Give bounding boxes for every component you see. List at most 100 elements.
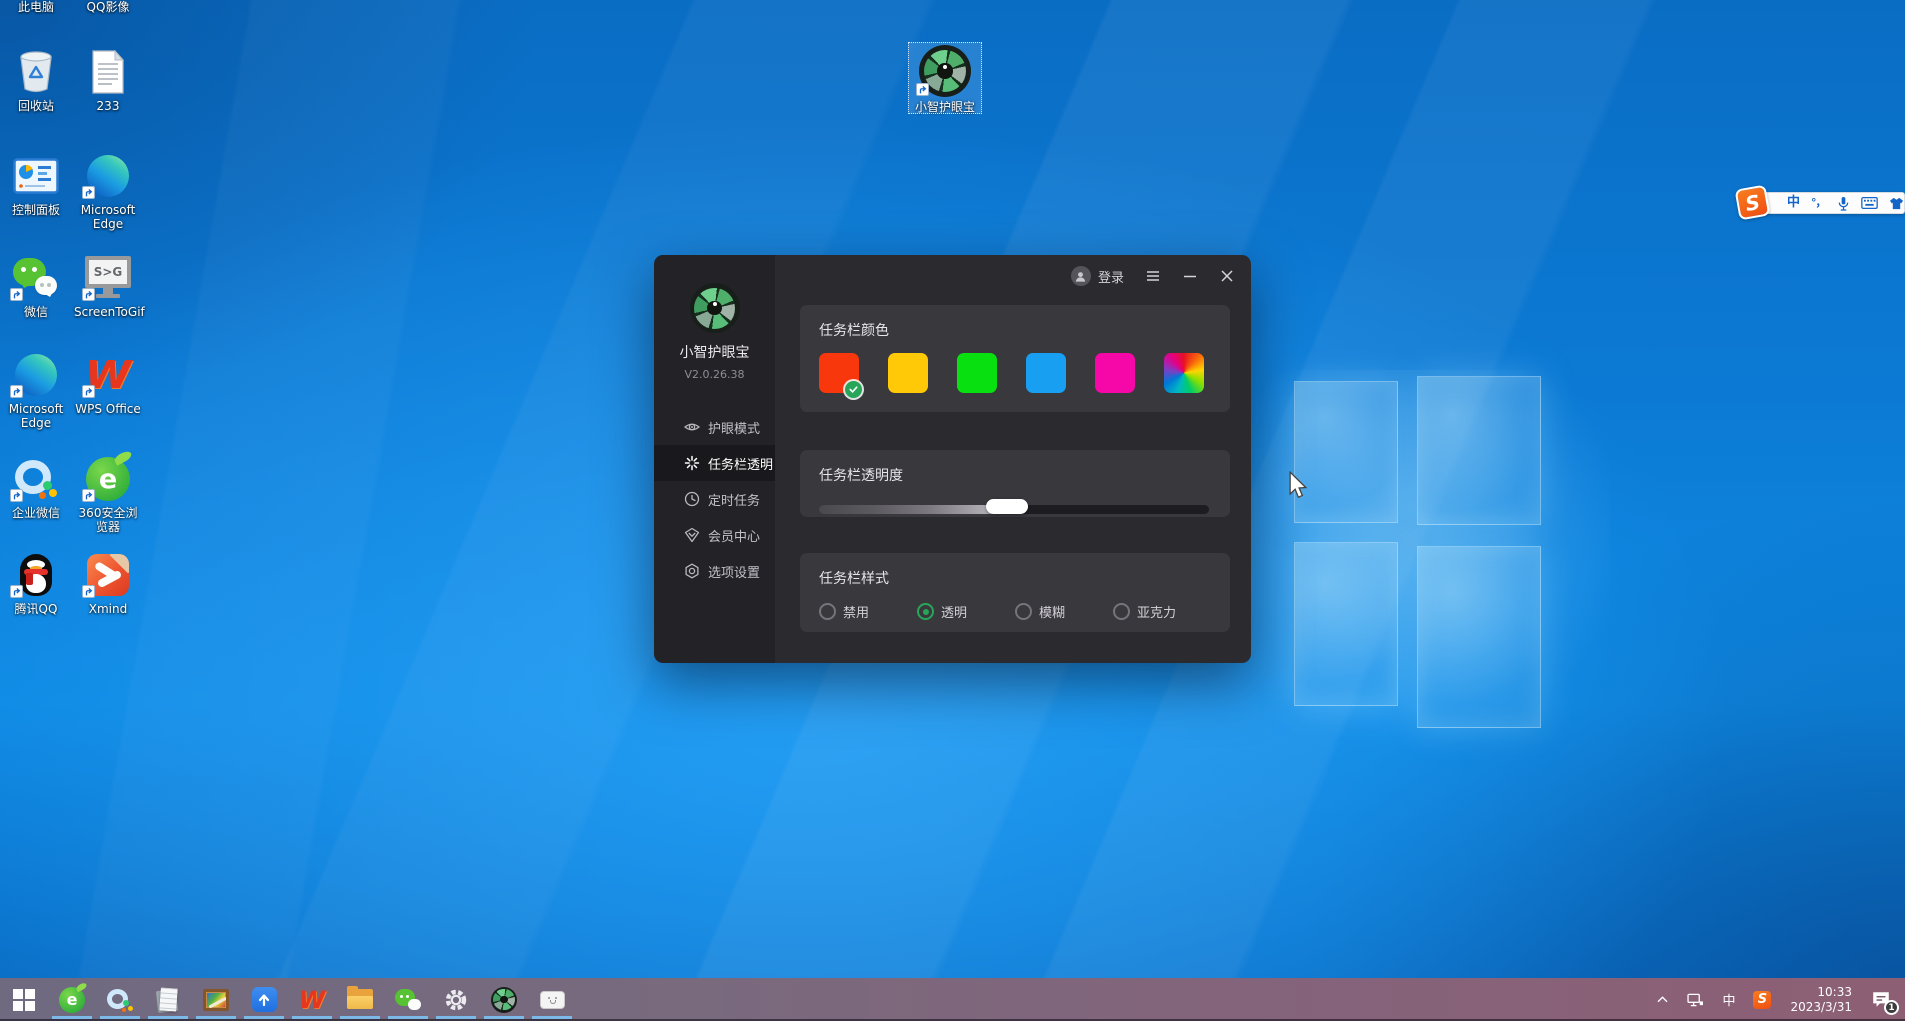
start-button[interactable]: [0, 978, 48, 1021]
shortcut-arrow-icon: [82, 288, 95, 301]
color-swatch-blue[interactable]: [1026, 353, 1066, 393]
notification-badge: 1: [1884, 1000, 1899, 1015]
tray-clock[interactable]: 10:33 2023/3/31: [1780, 985, 1862, 1015]
tray-network[interactable]: [1678, 978, 1713, 1021]
opacity-slider[interactable]: [819, 502, 1211, 517]
radio-disable[interactable]: 禁用: [819, 602, 917, 621]
desktop-icon-eyecare-app[interactable]: 小智护眼宝: [908, 42, 982, 114]
ime-skin-icon[interactable]: [1889, 197, 1904, 210]
login-label: 登录: [1098, 267, 1124, 286]
sidebar-item-settings[interactable]: 选项设置: [654, 553, 775, 589]
control-panel-icon: [13, 152, 59, 200]
wechat-icon: [395, 988, 421, 1012]
sidebar-item-label: 定时任务: [708, 490, 760, 509]
shortcut-arrow-icon: [82, 585, 95, 598]
taskbar-settings[interactable]: [432, 978, 480, 1021]
color-swatch-green[interactable]: [957, 353, 997, 393]
close-button[interactable]: [1219, 268, 1235, 284]
app-main-area: 登录 任务栏颜色: [775, 255, 1251, 663]
desktop-icon-this-pc[interactable]: 此电脑: [2, 0, 70, 14]
sidebar-item-label: 护眼模式: [708, 418, 760, 437]
ime-chinese-mode[interactable]: 中: [1787, 193, 1800, 213]
desktop-icon-wps[interactable]: W WPS Office: [74, 351, 142, 416]
taskbar-opacity-card: 任务栏透明度: [800, 450, 1230, 517]
sidebar-item-scheduled-tasks[interactable]: 定时任务: [654, 481, 775, 517]
desktop-icon-tencent-qq[interactable]: 腾讯QQ: [2, 551, 70, 616]
ime-keyboard-icon[interactable]: [1861, 197, 1878, 209]
desktop-icon-edge[interactable]: Microsoft Edge: [74, 152, 142, 231]
desktop-icon-233-document[interactable]: 233: [74, 48, 142, 113]
desktop-icon-360-browser[interactable]: e 360安全浏览器: [74, 455, 142, 534]
desktop-icon-screentogif[interactable]: S>G ScreenToGif: [74, 254, 142, 319]
radio-circle: [1015, 603, 1032, 620]
desktop-icon-label: WPS Office: [74, 402, 142, 416]
spark-icon: [684, 455, 700, 471]
radio-acrylic[interactable]: 亚克力: [1113, 602, 1211, 621]
taskbar-wps[interactable]: W: [288, 978, 336, 1021]
taskbar-docs-upload[interactable]: [240, 978, 288, 1021]
wecom-icon: [107, 987, 133, 1013]
taskbar-wechat[interactable]: [384, 978, 432, 1021]
app-titlebar: 登录: [775, 255, 1251, 297]
desktop-icon-label: 微信: [2, 305, 70, 319]
action-center-button[interactable]: 1: [1862, 978, 1897, 1021]
desktop-icon-label: 小智护眼宝: [908, 100, 982, 114]
app-version: V2.0.26.38: [654, 368, 775, 381]
eyecare-app-icon: [919, 45, 971, 97]
tray-input-language[interactable]: 中: [1713, 978, 1744, 1021]
desktop-icon-control-panel[interactable]: 控制面板: [2, 152, 70, 217]
recycle-bin-icon: [13, 48, 59, 96]
menu-button[interactable]: [1145, 268, 1161, 284]
desktop-icon-wechat[interactable]: 微信: [2, 254, 70, 319]
taskbar-notepad[interactable]: [144, 978, 192, 1021]
desktop-icon-label: ScreenToGif: [74, 305, 142, 319]
login-button[interactable]: 登录: [1071, 266, 1124, 286]
clock-date: 2023/3/31: [1790, 1000, 1852, 1015]
windows-logo-pane: [1294, 381, 1398, 523]
taskbar-file-explorer[interactable]: [336, 978, 384, 1021]
desktop-icon-label: Xmind: [74, 602, 142, 616]
360-browser-icon: e: [85, 455, 131, 503]
desktop-icon-label: 企业微信: [2, 506, 70, 520]
close-icon: [1220, 269, 1234, 283]
taskbar-image-viewer[interactable]: [192, 978, 240, 1021]
360-browser-icon: e: [59, 987, 85, 1013]
tray-expand-chevron[interactable]: [1647, 978, 1678, 1021]
tray-sogou[interactable]: S: [1744, 978, 1780, 1021]
app-sidebar: 小智护眼宝 V2.0.26.38 护眼模式 任务栏透明 定时任务 会员中心: [654, 255, 775, 663]
color-swatch-yellow[interactable]: [888, 353, 928, 393]
slider-handle[interactable]: [986, 499, 1028, 514]
taskbar-assistant[interactable]: [528, 978, 576, 1021]
shortcut-arrow-icon: [916, 83, 929, 96]
sidebar-item-taskbar-transparency[interactable]: 任务栏透明: [654, 445, 775, 481]
desktop-icon-recycle-bin[interactable]: 回收站: [2, 48, 70, 113]
windows-logo-pane: [1294, 542, 1398, 706]
minimize-button[interactable]: [1182, 268, 1198, 284]
color-swatch-rainbow[interactable]: [1164, 353, 1204, 393]
radio-blur[interactable]: 模糊: [1015, 602, 1113, 621]
wecom-icon: [13, 455, 59, 503]
desktop-icon-xmind[interactable]: Xmind: [74, 551, 142, 616]
color-swatch-magenta[interactable]: [1095, 353, 1135, 393]
desktop-icon-wecom[interactable]: 企业微信: [2, 455, 70, 520]
eyecare-app-window: 小智护眼宝 V2.0.26.38 护眼模式 任务栏透明 定时任务 会员中心: [654, 255, 1251, 663]
taskbar-wecom[interactable]: [96, 978, 144, 1021]
color-swatch-red[interactable]: [819, 353, 859, 393]
radio-transparent[interactable]: 透明: [917, 602, 1015, 621]
sidebar-item-membership[interactable]: 会员中心: [654, 517, 775, 553]
sidebar-item-eye-protection[interactable]: 护眼模式: [654, 409, 775, 445]
ime-mic-icon[interactable]: [1837, 196, 1850, 211]
shortcut-arrow-icon: [82, 489, 95, 502]
taskbar-360-browser[interactable]: e: [48, 978, 96, 1021]
app-name: 小智护眼宝: [654, 342, 775, 362]
section-title: 任务栏样式: [819, 568, 1211, 588]
desktop-icon-edge-2[interactable]: Microsoft Edge: [2, 351, 70, 430]
sogou-logo-icon[interactable]: S: [1735, 185, 1771, 221]
membership-badge-icon: [684, 527, 700, 543]
desktop-icon-qq-image[interactable]: QQ影像: [74, 0, 142, 14]
desktop-icon-label: 360安全浏览器: [74, 506, 142, 534]
taskbar-eyecare-app[interactable]: [480, 978, 528, 1021]
ime-punctuation-icon[interactable]: °，: [1811, 193, 1826, 213]
desktop-icon-label: 腾讯QQ: [2, 602, 70, 616]
radio-circle: [819, 603, 836, 620]
